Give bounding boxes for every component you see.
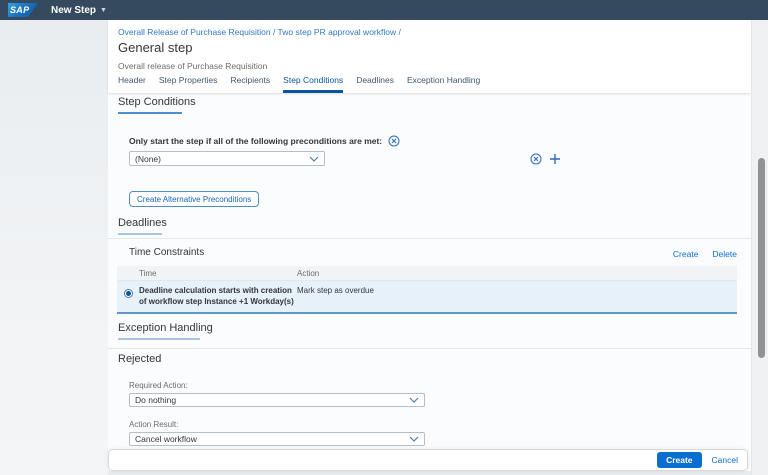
breadcrumb-link-workflow-group[interactable]: Overall Release of Purchase Requisition <box>118 27 271 37</box>
required-action-dropdown[interactable]: Do nothing <box>129 393 425 407</box>
object-page-header: Overall Release of Purchase Requisition … <box>108 20 751 93</box>
chevron-down-icon <box>409 397 419 403</box>
page-bottom-margin <box>108 471 751 475</box>
time-constraints-table: Time Action Deadline calculation starts … <box>117 266 737 314</box>
chevron-down-icon <box>309 156 319 162</box>
breadcrumb-separator: / <box>396 27 401 37</box>
precondition-label: Only start the step if all of the follow… <box>129 136 383 146</box>
tab-exception-handling[interactable]: Exception Handling <box>407 75 480 93</box>
delete-deadline-link[interactable]: Delete <box>712 249 737 259</box>
create-alternative-preconditions-button[interactable]: Create Alternative Preconditions <box>129 191 260 207</box>
condition-dropdown[interactable]: (None) <box>129 151 325 166</box>
time-column-header: Time <box>139 268 157 278</box>
time-constraints-title: Time Constraints <box>129 247 205 258</box>
table-header-row: Time Action <box>117 266 737 281</box>
condition-dropdown-value: (None) <box>135 153 161 164</box>
section-divider <box>108 238 751 239</box>
table-row[interactable]: Deadline calculation starts with creatio… <box>117 281 737 314</box>
sap-logo-icon: SAP <box>8 3 38 17</box>
footer-action-bar: Create Cancel <box>108 449 748 471</box>
section-heading-exception-handling: Exception Handling <box>118 322 213 334</box>
action-result-value: Cancel workflow <box>135 434 197 444</box>
radio-column-header <box>117 271 139 275</box>
tab-step-conditions[interactable]: Step Conditions <box>283 75 344 93</box>
time-constraints-actions: Create Delete <box>673 249 737 259</box>
page-left-margin <box>0 20 108 475</box>
sap-logo-text: SAP <box>10 5 30 15</box>
tab-recipients[interactable]: Recipients <box>230 75 270 93</box>
section-underline-exception-handling <box>118 338 200 340</box>
app-window: SAP New Step ▼ Overall Release of Purcha… <box>0 0 768 475</box>
required-action-value: Do nothing <box>135 395 177 405</box>
create-button[interactable]: Create <box>657 452 702 468</box>
section-underline-deadlines <box>118 233 162 235</box>
shell-bar: SAP New Step ▼ <box>0 0 768 20</box>
section-heading-deadlines: Deadlines <box>118 217 167 229</box>
create-deadline-link[interactable]: Create <box>673 249 699 259</box>
breadcrumb-link-workflow[interactable]: Two step PR approval workflow <box>278 27 397 37</box>
chevron-down-icon[interactable]: ▼ <box>100 6 107 14</box>
action-result-label: Action Result: <box>129 420 179 429</box>
tab-deadlines[interactable]: Deadlines <box>356 75 394 93</box>
page-subtitle: Overall release of Purchase Requisition <box>118 61 268 71</box>
action-result-dropdown[interactable]: Cancel workflow <box>129 432 425 446</box>
deadline-action-cell: Mark step as overdue <box>297 286 374 295</box>
section-heading-step-conditions: Step Conditions <box>118 96 196 108</box>
required-action-label: Required Action: <box>129 381 188 390</box>
add-condition-icon[interactable] <box>549 153 561 165</box>
tab-header[interactable]: Header <box>118 75 146 93</box>
breadcrumb: Overall Release of Purchase Requisition … <box>118 27 401 37</box>
vertical-scrollbar[interactable] <box>751 20 768 475</box>
anchor-tab-bar: Header Step Properties Recipients Step C… <box>118 75 480 93</box>
section-divider <box>108 348 751 349</box>
precondition-label-row: Only start the step if all of the follow… <box>129 135 400 147</box>
deadline-time-cell: Deadline calculation starts with creatio… <box>139 286 294 306</box>
remove-condition-icon[interactable] <box>530 153 542 165</box>
page-title: General step <box>118 40 193 55</box>
tab-step-properties[interactable]: Step Properties <box>159 75 218 93</box>
breadcrumb-separator: / <box>270 27 278 37</box>
sys-cancel-icon[interactable] <box>388 135 400 147</box>
chevron-down-icon <box>409 436 419 442</box>
row-radio-selected[interactable] <box>123 289 133 298</box>
action-column-header: Action <box>297 268 320 278</box>
section-underline-step-conditions <box>118 112 182 114</box>
main-content: Overall Release of Purchase Requisition … <box>108 20 751 475</box>
cancel-button[interactable]: Cancel <box>712 455 738 465</box>
scrollbar-thumb[interactable] <box>758 158 765 358</box>
shell-app-title[interactable]: New Step <box>51 5 96 16</box>
subsection-heading-rejected: Rejected <box>118 353 162 365</box>
